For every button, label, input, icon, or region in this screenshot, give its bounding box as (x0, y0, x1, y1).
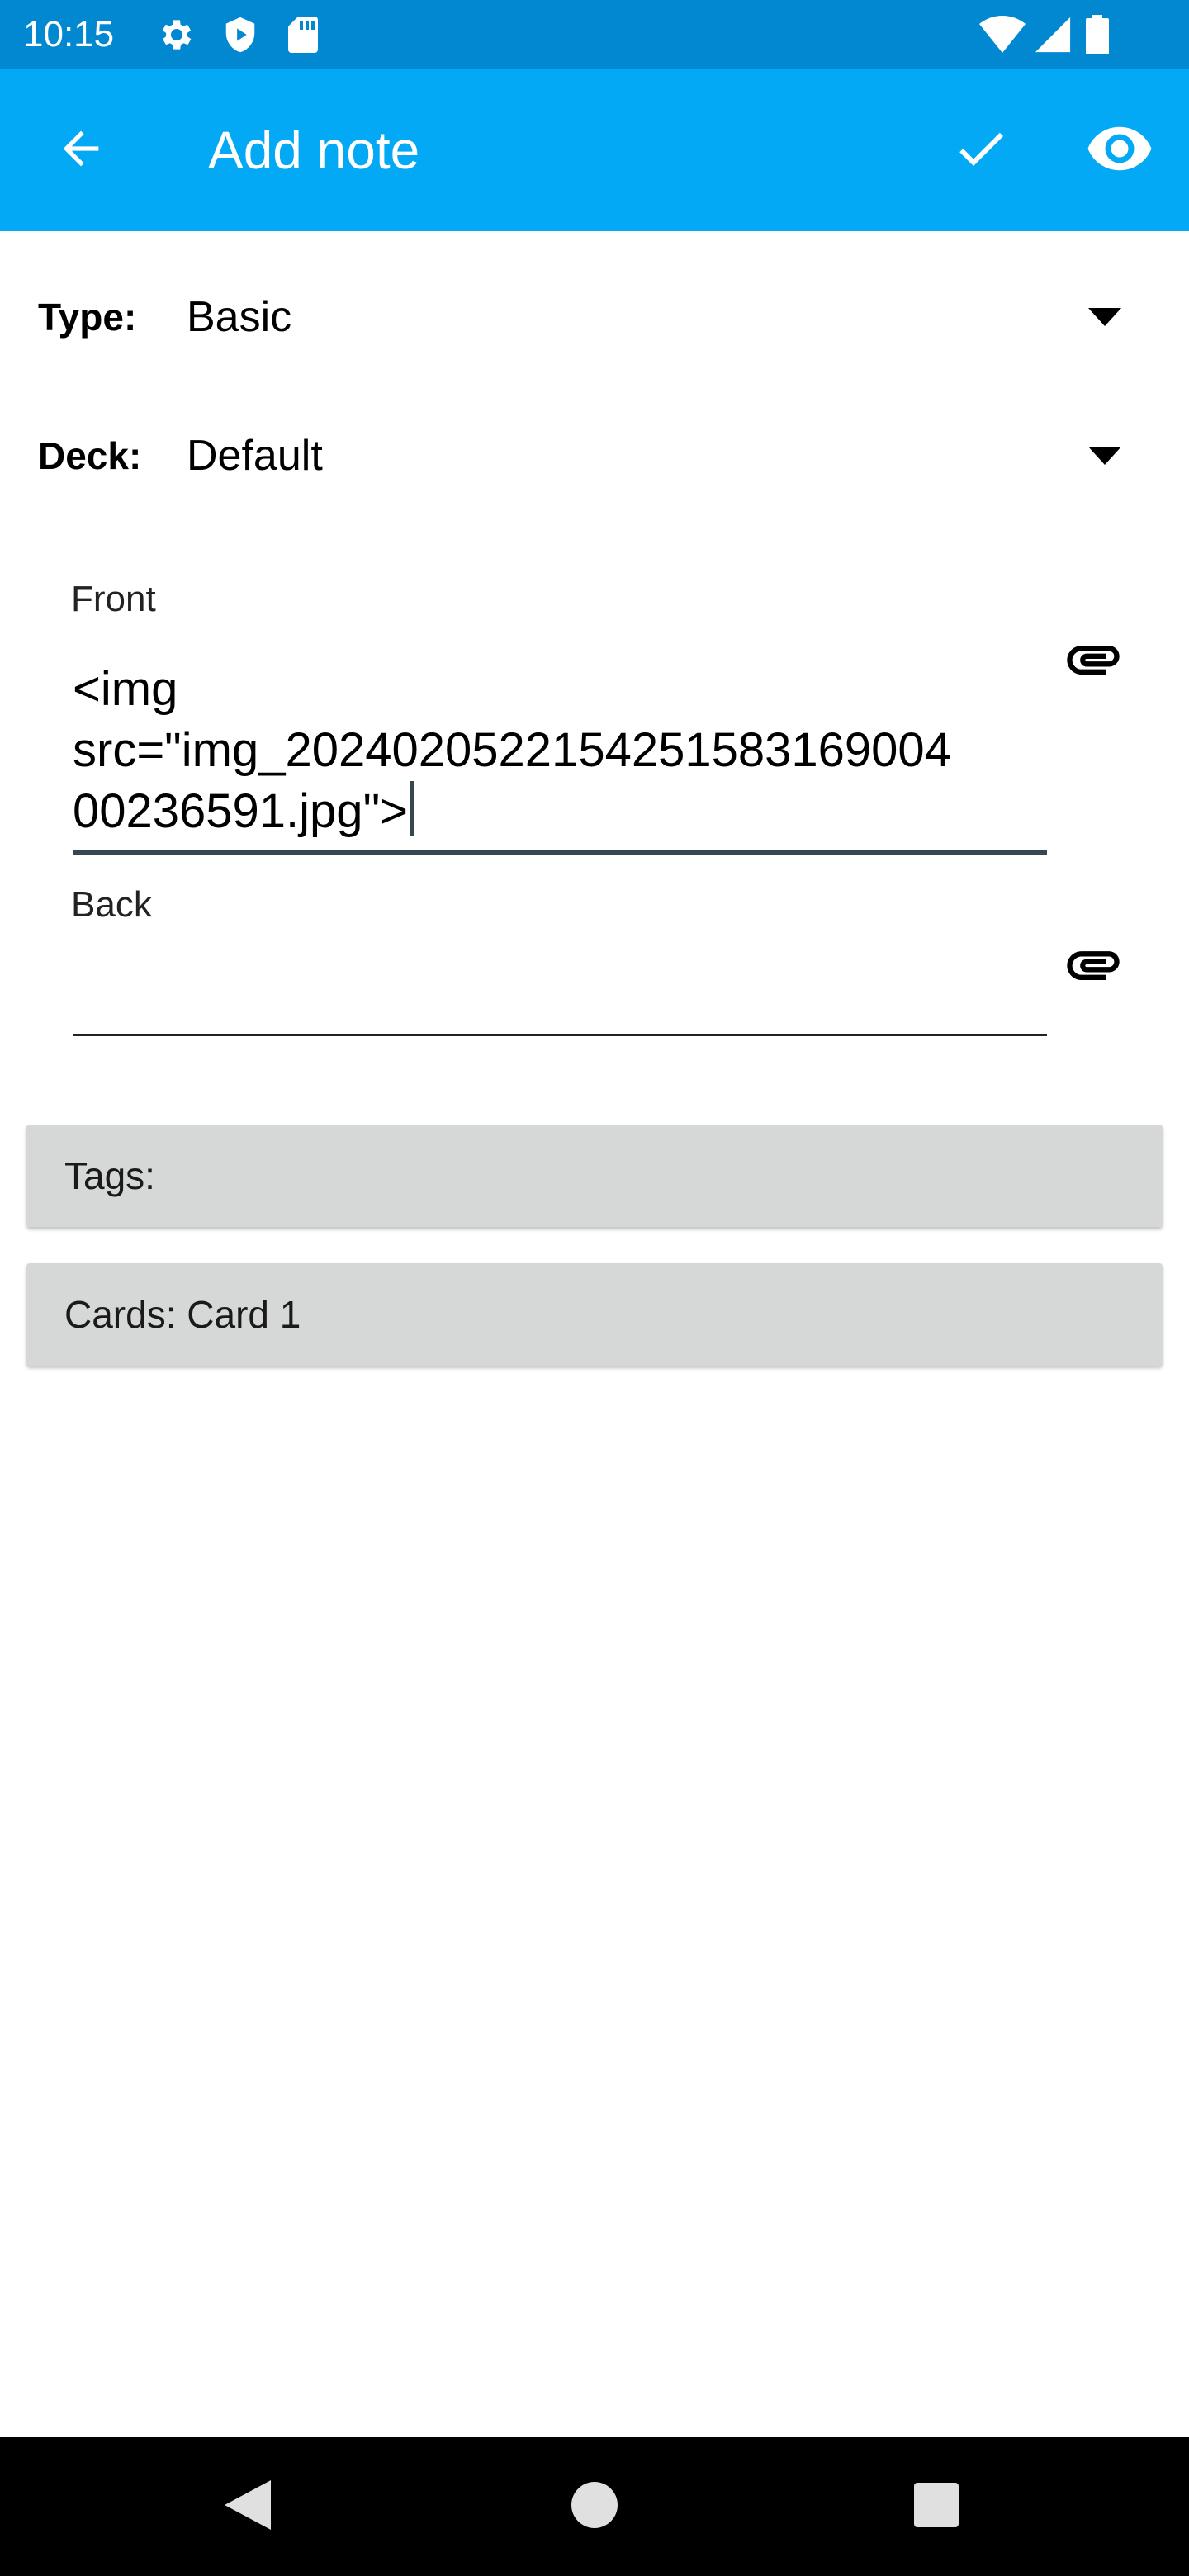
deck-value: Default (187, 432, 323, 480)
home-circle-icon (571, 2481, 618, 2532)
sd-card-icon (286, 15, 320, 54)
back-triangle-icon (225, 2479, 271, 2534)
text-cursor (410, 781, 414, 836)
front-field-line: 00236591.jpg"> (73, 781, 1047, 842)
battery-icon (1085, 15, 1110, 54)
status-time: 10:15 (23, 14, 115, 54)
navigation-bar (0, 2437, 1189, 2576)
nav-home-button[interactable] (545, 2457, 644, 2556)
back-attach-button[interactable] (1050, 923, 1136, 1009)
front-field-line: <img (73, 662, 178, 716)
front-field-line: src="img_2024020522154251583169004 (73, 723, 951, 777)
nav-back-button[interactable] (198, 2457, 297, 2556)
nav-recents-button[interactable] (887, 2457, 986, 2556)
back-field-input[interactable] (73, 949, 1047, 1011)
save-button[interactable] (931, 101, 1030, 200)
front-field-line-text: 00236591.jpg"> (73, 784, 409, 838)
paperclip-icon (1062, 627, 1125, 694)
note-type-selector[interactable]: Type: Basic (0, 268, 1189, 367)
shield-icon (221, 15, 259, 54)
back-button[interactable] (31, 101, 130, 200)
dropdown-arrow-icon (1073, 301, 1136, 334)
recents-square-icon (914, 2482, 959, 2531)
note-type-label: Type: (38, 296, 137, 339)
deck-selector[interactable]: Deck: Default (0, 406, 1189, 505)
back-field-underline (73, 1034, 1047, 1036)
check-icon (951, 119, 1011, 182)
status-bar: 10:15 (0, 0, 1189, 69)
tags-button[interactable]: Tags: (26, 1125, 1163, 1227)
preview-button[interactable] (1070, 101, 1169, 200)
app-bar: Add note (0, 69, 1189, 231)
signal-icon (1034, 15, 1072, 54)
page-title: Add note (208, 121, 420, 180)
arrow-left-icon (54, 122, 107, 179)
front-field-underline (73, 850, 1047, 855)
gear-icon (157, 15, 197, 54)
eye-icon (1085, 114, 1154, 187)
front-field-label: Front (71, 579, 156, 619)
paperclip-icon (1062, 933, 1125, 1000)
cards-button[interactable]: Cards: Card 1 (26, 1263, 1163, 1366)
deck-label: Deck: (38, 434, 142, 477)
dropdown-arrow-icon (1073, 439, 1136, 472)
note-type-value: Basic (187, 293, 292, 341)
front-field-input[interactable]: <img src="img_2024020522154251583169004 … (73, 659, 1047, 842)
wifi-icon (979, 15, 1026, 54)
back-field-label: Back (71, 884, 152, 925)
front-attach-button[interactable] (1050, 618, 1136, 703)
